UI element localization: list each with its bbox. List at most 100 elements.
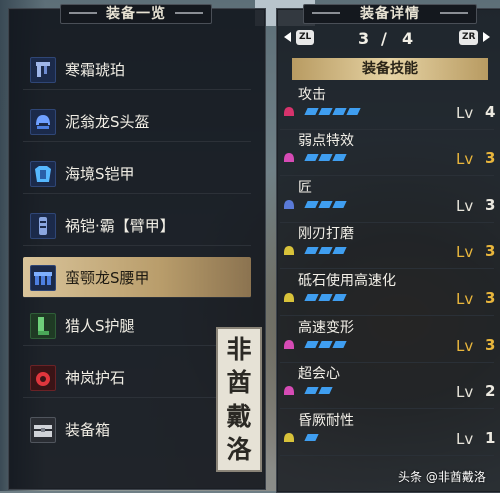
skill-level-value: 4 [485, 103, 496, 121]
page-total: 4 [402, 29, 414, 48]
equipment-item-label: 神岚护石 [65, 369, 126, 387]
equipment-item-label: 猎人S护腿 [65, 317, 135, 335]
skill-level-pip [304, 434, 319, 441]
previous-arrow-icon[interactable] [284, 32, 291, 42]
skill-level-value: 1 [485, 429, 496, 447]
skill-lv-label: Lv [456, 104, 474, 122]
equipment-box-icon [30, 417, 56, 443]
skill-level-pip [332, 341, 347, 348]
skill-level-pip [332, 108, 347, 115]
credit-watermark: 头条 @非酋戴洛 [398, 470, 486, 484]
equipment-list-title: 装备一览 [60, 4, 212, 24]
skill-name: 攻击 [298, 87, 326, 103]
skill-level-pip [318, 341, 333, 348]
skill-level-pip [304, 108, 319, 115]
skill-level-value: 2 [485, 382, 496, 400]
skill-jewel-icon [282, 289, 296, 303]
skill-level-value: 3 [485, 242, 496, 260]
skill-level-value: 3 [485, 289, 496, 307]
skill-row[interactable]: 高速变形 Lv 3 [276, 317, 500, 365]
skill-divider [280, 455, 494, 456]
skill-row[interactable]: 弱点特效 Lv 3 [276, 130, 500, 178]
skill-name: 弱点特效 [298, 133, 354, 149]
skill-level-pip [332, 201, 347, 208]
skill-lv-label: Lv [456, 290, 474, 308]
skill-lv-label: Lv [456, 243, 474, 261]
skill-jewel-icon [282, 382, 296, 396]
equipment-item-label: 寒霜琥珀 [65, 61, 126, 79]
skill-level-pip [318, 108, 333, 115]
skill-name: 匠 [298, 180, 312, 196]
equipment-item-label: 祸铠·霸【臂甲】 [65, 217, 175, 235]
helmet-icon [30, 109, 56, 135]
zr-button[interactable]: ZR [459, 30, 479, 45]
page-separator: / [381, 29, 387, 48]
skill-jewel-icon [282, 103, 296, 117]
skill-level-pip [318, 201, 333, 208]
skill-jewel-icon [282, 336, 296, 350]
skill-level-pip [332, 294, 347, 301]
charm-icon [30, 365, 56, 391]
page-pager: ZL 3 / 4 ZR [276, 28, 500, 48]
skill-row[interactable]: 刚刃打磨 Lv 3 [276, 223, 500, 271]
arm-armor-icon [30, 213, 56, 239]
skill-level-value: 3 [485, 336, 496, 354]
skill-level-pip [304, 341, 319, 348]
skill-level-pip [318, 387, 333, 394]
equipment-detail-title: 装备详情 [303, 4, 477, 24]
zl-button[interactable]: ZL [296, 30, 315, 45]
skill-name: 砥石使用高速化 [298, 273, 396, 289]
skill-name: 刚刃打磨 [298, 226, 354, 242]
skill-level-pip [304, 201, 319, 208]
skill-name: 高速变形 [298, 320, 354, 336]
skill-level-pip [332, 154, 347, 161]
skill-jewel-icon [282, 149, 296, 163]
equipment-item-label: 蛮颚龙S腰甲 [65, 269, 150, 287]
skill-row[interactable]: 砥石使用高速化 Lv 3 [276, 270, 500, 318]
skill-level-pip [304, 294, 319, 301]
skill-lv-label: Lv [456, 197, 474, 215]
weapon-icon [30, 57, 56, 83]
skill-divider [280, 268, 494, 269]
skills-header: 装备技能 [292, 58, 488, 80]
skill-level-pip [346, 108, 361, 115]
skill-level-pip [304, 387, 319, 394]
skill-level-pip [332, 247, 347, 254]
watermark-seal: 非 酋 戴 洛 [216, 327, 262, 472]
waist-armor-icon [30, 265, 56, 291]
skill-lv-label: Lv [456, 150, 474, 168]
skill-name: 昏厥耐性 [298, 413, 354, 429]
leg-armor-icon [30, 313, 56, 339]
equipment-item-label: 泥翁龙S头盔 [65, 113, 150, 131]
skill-jewel-icon [282, 242, 296, 256]
skill-divider [280, 315, 494, 316]
skill-row[interactable]: 攻击 Lv 4 [276, 84, 500, 132]
skill-lv-label: Lv [456, 337, 474, 355]
skill-level-value: 3 [485, 196, 496, 214]
skill-divider [280, 175, 494, 176]
skill-row[interactable]: 昏厥耐性 Lv 1 [276, 410, 500, 458]
page-current: 3 [358, 29, 370, 48]
equipment-item-label: 海境S铠甲 [65, 165, 135, 183]
skill-level-pip [318, 294, 333, 301]
skill-lv-label: Lv [456, 383, 474, 401]
skill-level-pip [304, 247, 319, 254]
skill-jewel-icon [282, 196, 296, 210]
equipment-item-chest[interactable]: 海境S铠甲 [23, 153, 251, 194]
skill-name: 超会心 [298, 366, 340, 382]
skill-level-pip [318, 247, 333, 254]
equipment-item-label: 装备箱 [65, 421, 111, 439]
equipment-item-waist[interactable]: 蛮颚龙S腰甲 [23, 257, 251, 298]
skill-divider [280, 408, 494, 409]
equipment-item-weapon[interactable]: 寒霜琥珀 [23, 49, 251, 90]
skill-lv-label: Lv [456, 430, 474, 448]
chest-armor-icon [30, 161, 56, 187]
skill-level-pip [318, 154, 333, 161]
skill-jewel-icon [282, 429, 296, 443]
next-arrow-icon[interactable] [483, 32, 490, 42]
skill-level-value: 3 [485, 149, 496, 167]
skill-row[interactable]: 超会心 Lv 2 [276, 363, 500, 411]
equipment-item-head[interactable]: 泥翁龙S头盔 [23, 101, 251, 142]
skill-row[interactable]: 匠 Lv 3 [276, 177, 500, 225]
equipment-item-arms[interactable]: 祸铠·霸【臂甲】 [23, 205, 251, 246]
